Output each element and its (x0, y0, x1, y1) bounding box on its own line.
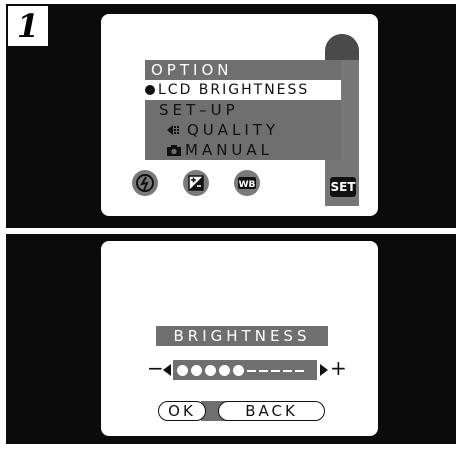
menu-item-manual[interactable]: MANUAL (145, 140, 341, 160)
exposure-compensation-button[interactable] (183, 170, 209, 196)
white-balance-button[interactable]: WB (234, 170, 260, 196)
camera-icon (167, 145, 181, 156)
level-dash (283, 369, 292, 372)
level-dot (177, 365, 188, 376)
arrow-left-icon[interactable] (163, 364, 171, 376)
level-dash (259, 369, 268, 372)
menu-item-label: MANUAL (185, 141, 274, 159)
menu-item-label: QUALITY (187, 121, 280, 139)
plus-sign: + (330, 356, 347, 380)
brightness-panel: BRIGHTNESS − + OK BACK (6, 234, 456, 444)
ok-button[interactable]: OK (158, 401, 206, 421)
flash-off-icon (136, 174, 154, 192)
menu-item-label: LCD BRIGHTNESS (158, 82, 310, 98)
level-dash (247, 369, 256, 372)
level-dash (271, 369, 280, 372)
step-1-panel: 1 OPTION LCD BRIGHTNESS SET–UP QUALITY M… (6, 4, 456, 228)
brightness-level-indicator (177, 360, 307, 380)
selected-bullet-icon (145, 85, 155, 95)
brightness-slider[interactable]: − + (147, 356, 347, 380)
step-number-badge: 1 (8, 6, 48, 46)
level-dot (205, 365, 216, 376)
quality-icon (167, 125, 179, 135)
menu-item-quality[interactable]: QUALITY (145, 120, 341, 140)
menu-item-lcd-brightness[interactable]: LCD BRIGHTNESS (145, 80, 341, 100)
menu-item-label: SET–UP (159, 101, 239, 119)
flash-off-button[interactable] (132, 170, 158, 196)
back-button[interactable]: BACK (218, 401, 325, 421)
level-dot (191, 365, 202, 376)
brightness-screen: BRIGHTNESS − + OK BACK (101, 241, 378, 436)
arrow-right-icon[interactable] (320, 364, 328, 376)
menu-screen: OPTION LCD BRIGHTNESS SET–UP QUALITY MAN… (101, 14, 378, 216)
svg-text:WB: WB (239, 180, 256, 190)
scrollbar-thumb[interactable] (325, 34, 359, 60)
white-balance-icon: WB (238, 177, 256, 190)
menu-item-setup[interactable]: SET–UP (145, 100, 341, 120)
level-dot (233, 365, 244, 376)
menu-title-option: OPTION (145, 60, 341, 80)
level-dash (295, 369, 304, 372)
exposure-compensation-icon (188, 175, 204, 191)
set-button[interactable]: SET (330, 177, 356, 197)
brightness-title: BRIGHTNESS (156, 326, 328, 346)
level-dot (219, 365, 230, 376)
minus-sign: − (147, 356, 164, 380)
brightness-track[interactable] (173, 360, 317, 380)
